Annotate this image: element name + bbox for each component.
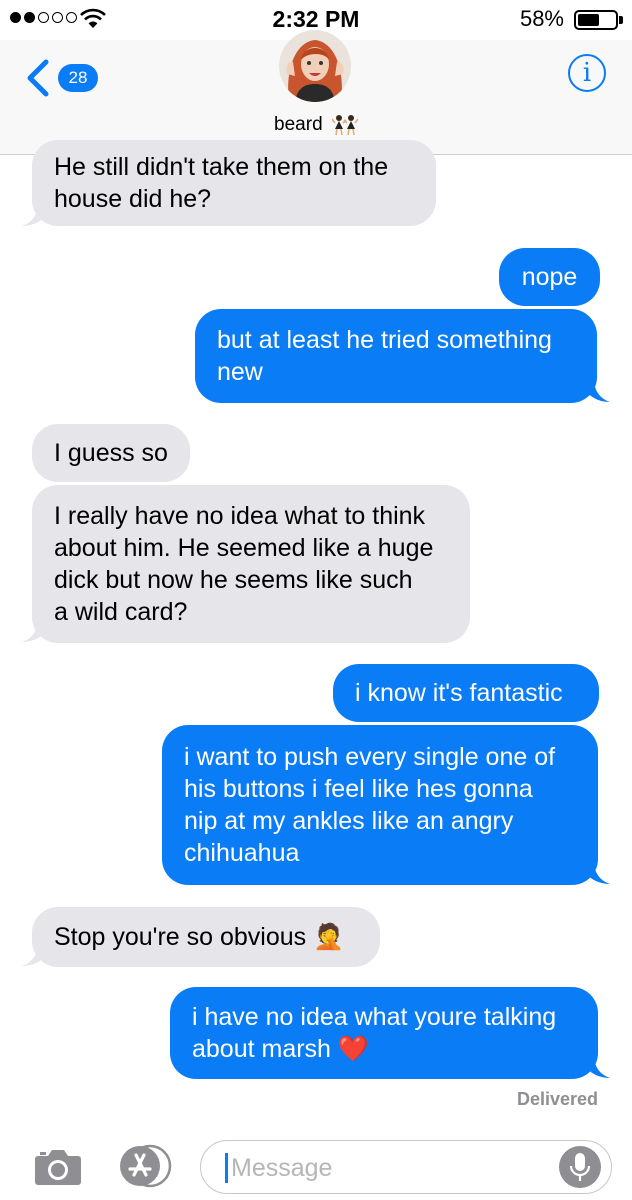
message-line: dick but now he seems like such [54, 566, 413, 594]
bubble-tail [22, 620, 52, 642]
message-line: new [217, 358, 263, 386]
delivered-status: Delivered [516, 1089, 598, 1109]
message-line: I guess so [54, 439, 168, 467]
incoming-message[interactable]: I guess so [32, 424, 190, 482]
outgoing-message[interactable]: i want to push every single one of his b… [162, 725, 598, 885]
bubble-tail [22, 204, 52, 226]
message-line: chihuahua [184, 839, 300, 867]
bubble-tail [580, 1056, 610, 1078]
battery-nub [619, 16, 623, 24]
battery-percent: 58% [519, 6, 564, 31]
message-placeholder: Message [231, 1154, 333, 1182]
contact-avatar[interactable] [279, 30, 351, 102]
message-line: I really have no idea what to think [54, 502, 426, 530]
bubble-tail [580, 862, 610, 884]
message-line: his buttons i feel like hes gonna [184, 775, 533, 803]
message-line: house did he? [54, 185, 212, 213]
message-field[interactable]: Message [200, 1140, 612, 1194]
contact-name-row[interactable]: beard [0, 114, 632, 136]
message-input-bar: Message [0, 1132, 632, 1200]
info-button[interactable]: i [568, 54, 606, 92]
camera-icon[interactable] [34, 1146, 82, 1186]
message-line: i know it's fantastic [355, 679, 563, 707]
message-line: nope [521, 263, 578, 291]
microphone-icon[interactable] [559, 1146, 601, 1188]
message-line: Stop you're so obvious 🤦 [54, 923, 345, 951]
app-store-icon[interactable] [114, 1144, 172, 1188]
outgoing-message[interactable]: but at least he tried something new [195, 309, 597, 403]
conversation-header: 28 beard i [0, 30, 632, 155]
outgoing-message[interactable]: i know it's fantastic [333, 664, 599, 722]
back-button[interactable]: 28 [20, 58, 98, 98]
message-line: He still didn't take them on the [54, 153, 389, 181]
dancers-emoji-icon [331, 115, 358, 136]
message-line: about him. He seemed like a huge [54, 534, 434, 562]
battery-icon [574, 10, 618, 30]
text-cursor [225, 1153, 228, 1183]
back-chevron-icon[interactable] [20, 58, 56, 98]
unread-count-badge[interactable]: 28 [58, 64, 98, 92]
outgoing-message[interactable]: i have no idea what youre talking about … [170, 987, 598, 1079]
message-line: a wild card? [54, 598, 188, 626]
message-line: i want to push every single one of [184, 743, 556, 771]
incoming-message[interactable]: He still didn't take them on the house d… [32, 140, 436, 226]
info-icon[interactable]: i [583, 58, 591, 88]
bubble-tail [580, 380, 610, 402]
incoming-message[interactable]: Stop you're so obvious 🤦 [32, 907, 380, 967]
incoming-message[interactable]: I really have no idea what to think abou… [32, 485, 470, 643]
outgoing-message[interactable]: nope [499, 248, 600, 306]
bubble-tail [22, 944, 52, 966]
message-line: i have no idea what youre talking [192, 1003, 557, 1031]
message-line: but at least he tried something [217, 326, 552, 354]
contact-name: beard [274, 114, 323, 136]
message-line: nip at my ankles like an angry [184, 807, 514, 835]
message-line: about marsh ❤️ [192, 1035, 370, 1063]
